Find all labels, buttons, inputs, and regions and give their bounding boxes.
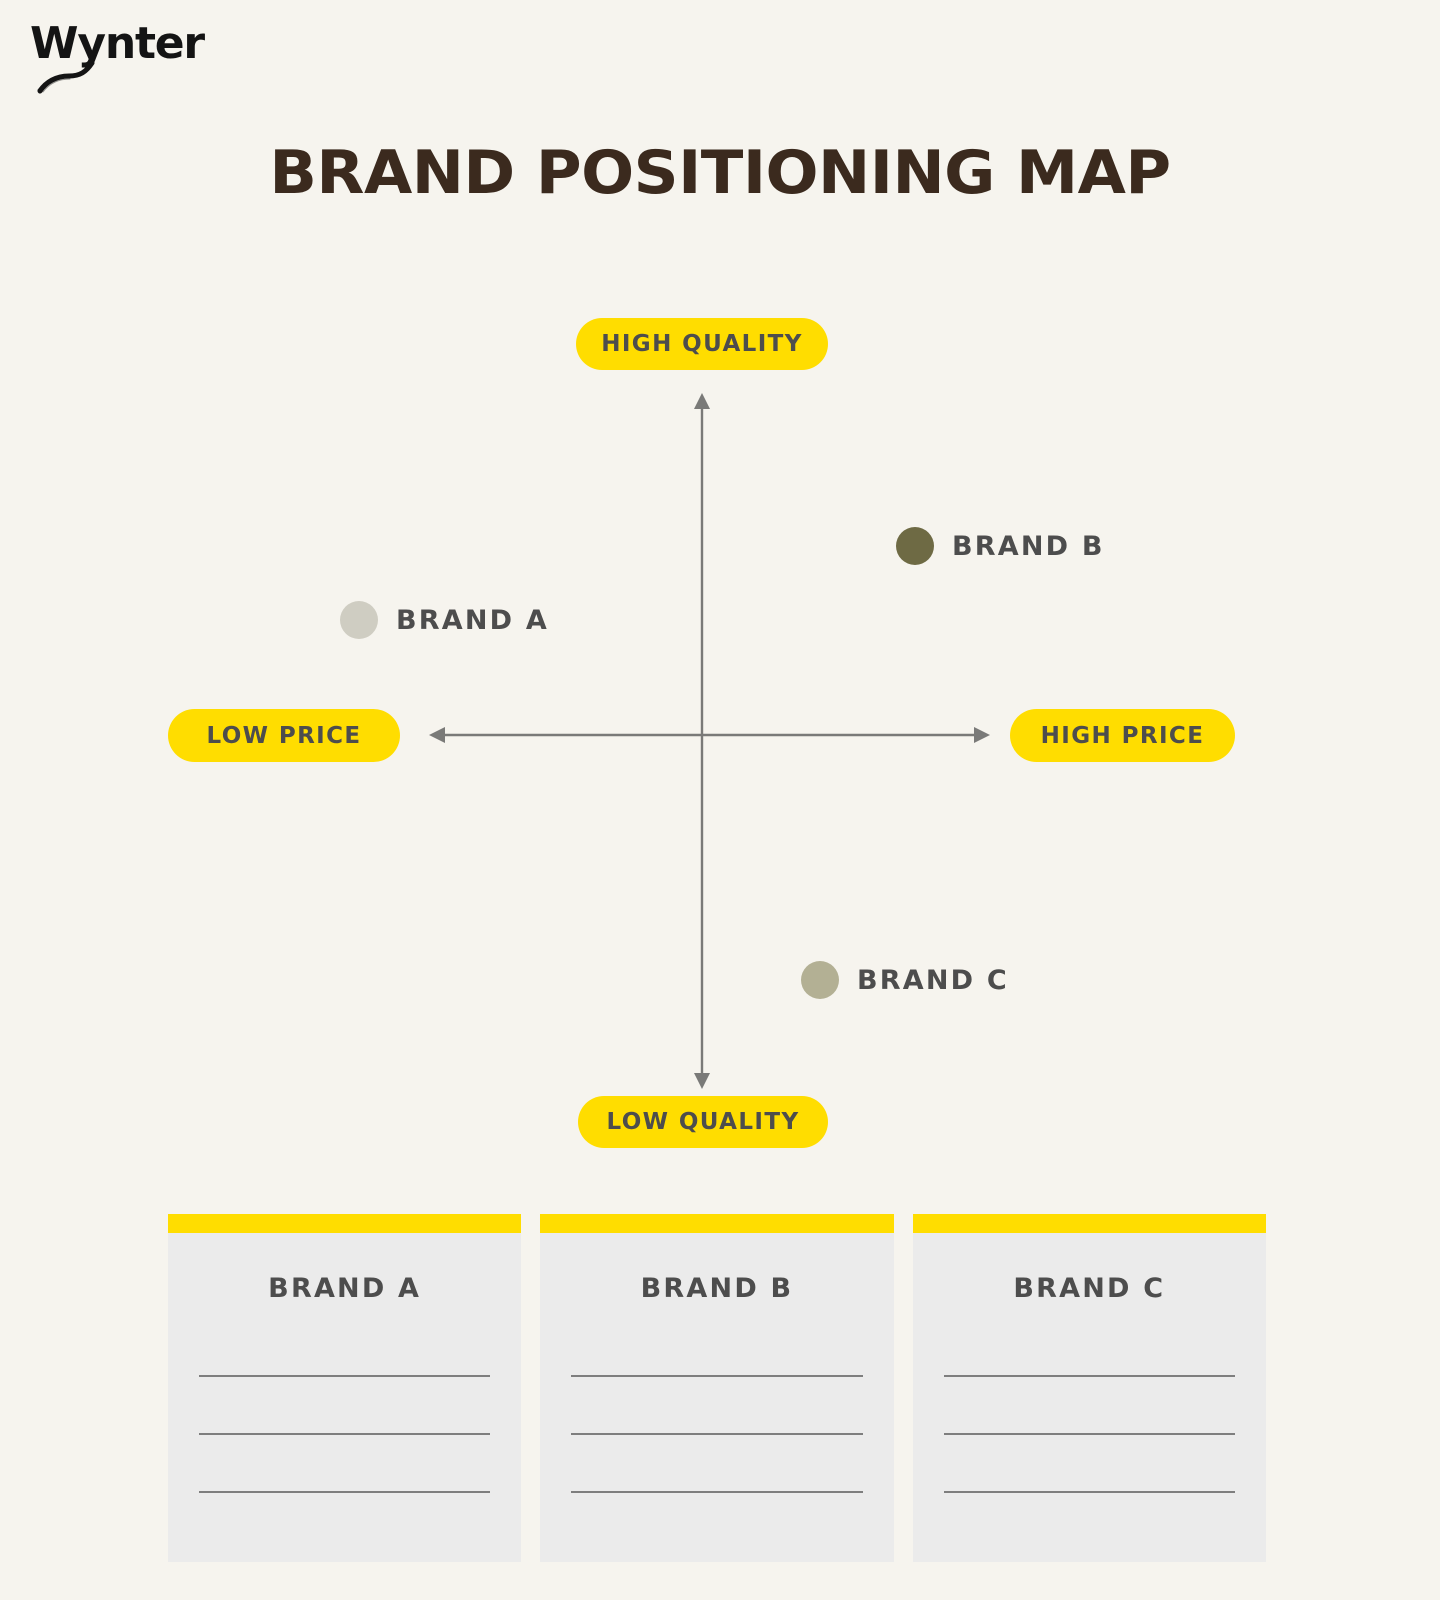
write-in-line[interactable] [199,1491,491,1493]
axis-label-low-price: LOW PRICE [168,709,400,762]
data-point-brand-c[interactable]: BRAND C [801,961,1009,999]
brand-a-label: BRAND A [396,604,549,636]
brand-card-b-title: BRAND B [640,1273,794,1304]
axis-label-low-quality: LOW QUALITY [578,1096,828,1148]
write-in-line[interactable] [571,1491,863,1493]
write-in-line[interactable] [943,1491,1235,1493]
card-accent-bar [168,1214,522,1233]
axis-label-high-quality: HIGH QUALITY [576,318,828,370]
data-point-brand-a[interactable]: BRAND A [340,601,549,639]
brand-b-label: BRAND B [952,530,1105,562]
card-accent-bar [540,1214,894,1233]
brand-card-b[interactable]: BRAND B [540,1214,894,1562]
write-in-line[interactable] [571,1375,863,1377]
brand-card-a-lines [199,1375,491,1549]
brand-card-c-lines [943,1375,1235,1549]
brand-card-b-lines [571,1375,863,1549]
write-in-line[interactable] [199,1375,491,1377]
brand-card-c[interactable]: BRAND C [912,1214,1266,1562]
write-in-line[interactable] [943,1433,1235,1435]
brand-b-dot [896,527,934,565]
chart-axes [429,393,990,1089]
brand-notes-cards: BRAND A BRAND B BRAND C [168,1214,1266,1562]
brand-c-label: BRAND C [857,964,1009,996]
brand-card-a[interactable]: BRAND A [168,1214,522,1562]
write-in-line[interactable] [199,1433,491,1435]
brand-c-dot [801,961,839,999]
brand-a-dot [340,601,378,639]
brand-card-c-title: BRAND C [1013,1273,1166,1304]
write-in-line[interactable] [571,1433,863,1435]
data-point-brand-b[interactable]: BRAND B [896,527,1105,565]
card-accent-bar [912,1214,1266,1233]
axis-label-high-price: HIGH PRICE [1010,709,1235,762]
brand-positioning-chart: HIGH QUALITY LOW QUALITY LOW PRICE HIGH … [0,0,1440,1200]
write-in-line[interactable] [943,1375,1235,1377]
brand-card-a-title: BRAND A [268,1273,422,1304]
